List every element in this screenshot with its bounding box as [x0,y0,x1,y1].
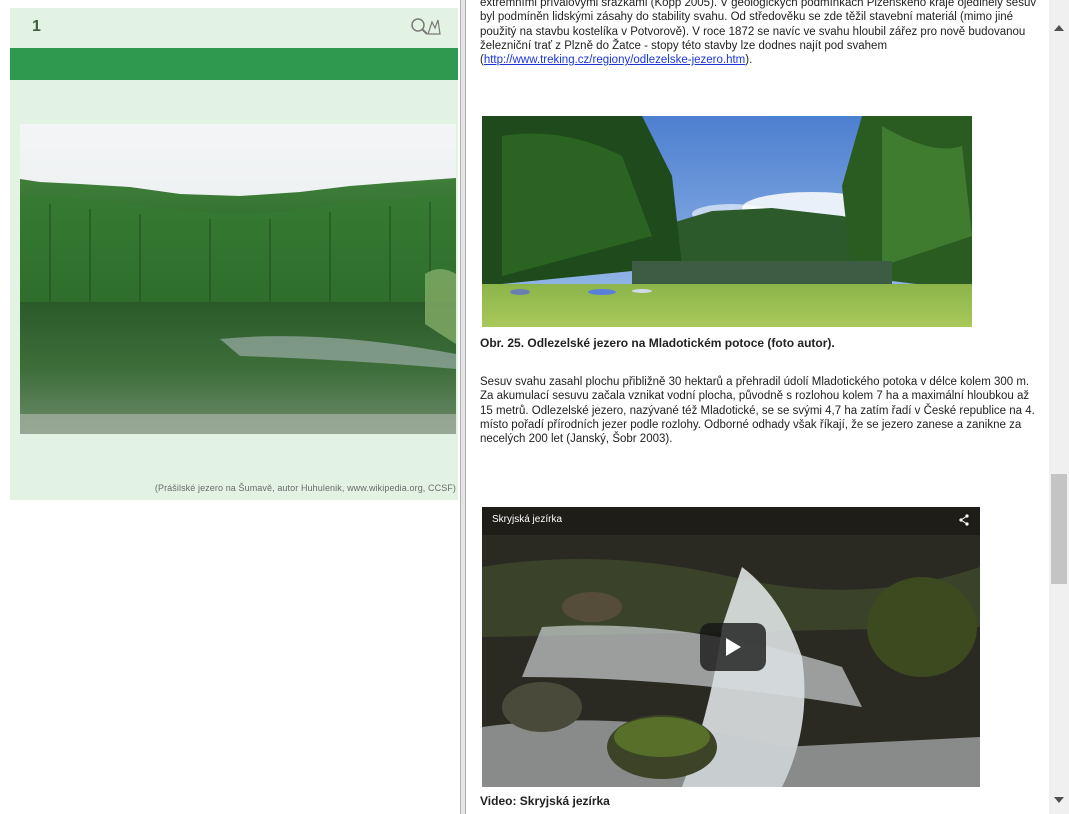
play-button[interactable] [700,623,766,671]
panel-splitter[interactable] [460,0,466,814]
video-caption: Video: Skryjská jezírka [480,794,610,808]
scrollbar-thumb[interactable] [1051,474,1067,584]
paragraph-intro: extrémními přívalovými srážkami (Kopp 20… [480,0,1044,67]
search-tools-icon[interactable] [408,16,442,43]
photo-caption: (Prášilské jezero na Šumavě, autor Huhul… [154,483,456,493]
figure-caption: Obr. 25. Odlezelské jezero na Mladotické… [480,336,835,350]
scroll-down-arrow-icon[interactable] [1054,797,1064,803]
article-content: extrémními přívalovými srážkami (Kopp 20… [476,0,1046,814]
photo-card: 1 (Prášilské jezero na Šumavě, autor Huh… [10,8,458,500]
treking-link[interactable]: http://www.treking.cz/regiony/odlezelske… [484,54,745,66]
odlezelske-lake-photo[interactable] [482,116,972,327]
header-bar [10,48,458,80]
share-icon[interactable] [958,513,970,531]
vertical-scrollbar[interactable] [1049,0,1069,814]
paragraph-landslide: Sesuv svahu zasahl plochu přibližně 30 h… [480,376,1035,446]
left-panel: 1 (Prášilské jezero na Šumavě, autor Huh… [10,8,458,814]
paragraph-intro-end: ). [745,54,753,67]
lake-photo[interactable] [20,124,456,434]
scroll-up-arrow-icon[interactable] [1054,25,1064,31]
video-player[interactable]: Skryjská jezírka [482,507,980,787]
video-title: Skryjská jezírka [492,514,563,525]
page-number: 1 [32,18,41,35]
